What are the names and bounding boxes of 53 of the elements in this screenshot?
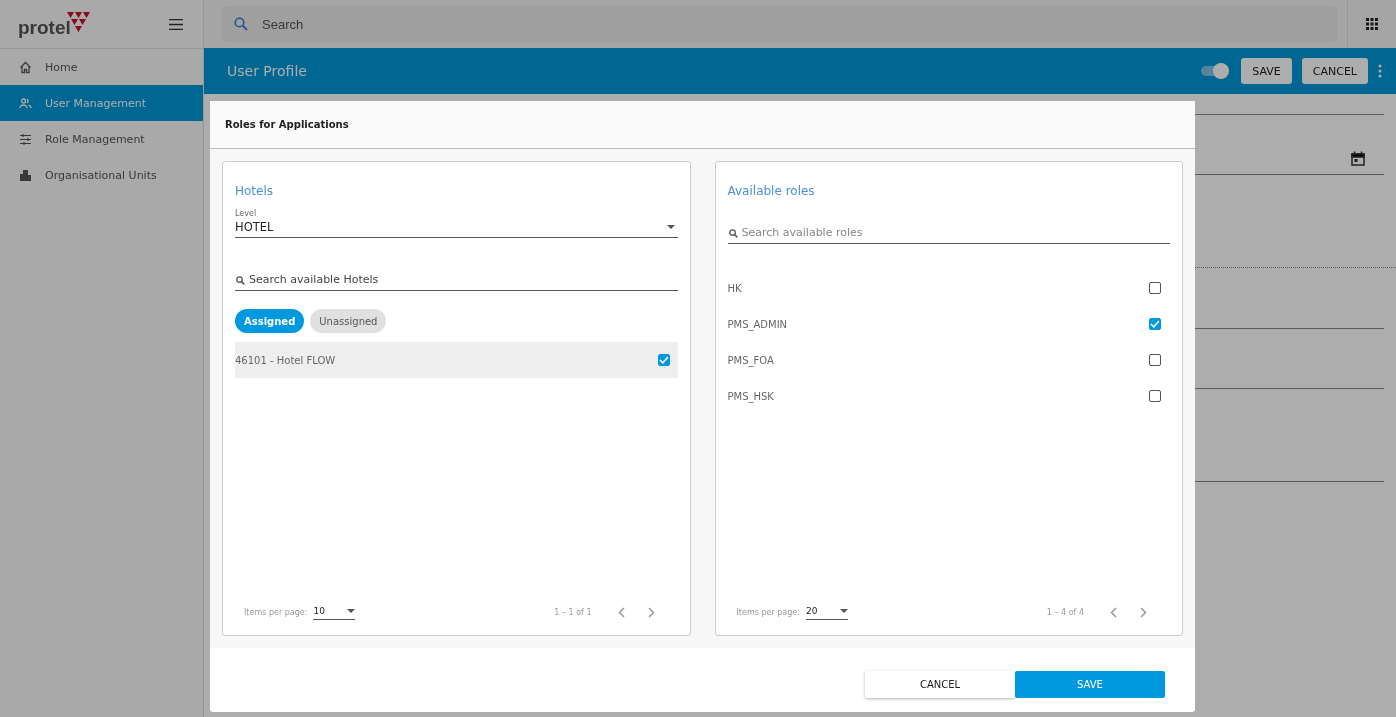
- nav-item[interactable]: Organisational Units: [0, 157, 203, 193]
- search-field[interactable]: Search available Hotels: [235, 271, 678, 291]
- role-row[interactable]: PMS_ADMIN: [727, 306, 1170, 342]
- more-icon[interactable]: [1378, 64, 1382, 78]
- checkbox[interactable]: [1149, 318, 1161, 330]
- card-title: Available roles: [727, 184, 815, 198]
- sliders-icon: [19, 132, 32, 146]
- search-icon: [728, 229, 738, 238]
- items-per-page-label: Items per page:: [244, 607, 308, 617]
- search-icon: [236, 276, 245, 285]
- items-per-page-label: Items per page:: [736, 607, 800, 617]
- checkbox[interactable]: [1149, 390, 1161, 402]
- role-row[interactable]: HK: [727, 270, 1170, 306]
- search-field[interactable]: Search: [222, 6, 1337, 42]
- page-size-select[interactable]: 20: [805, 604, 848, 620]
- page-title: User Profile: [227, 63, 307, 79]
- checkbox[interactable]: [657, 354, 670, 366]
- next-page-icon[interactable]: [1140, 606, 1147, 618]
- cancel-button[interactable]: CANCEL: [865, 670, 1015, 698]
- dialog-title: Roles for Applications: [225, 119, 349, 130]
- people-icon: [19, 96, 32, 110]
- page-size-select[interactable]: 10: [313, 604, 356, 620]
- next-page-icon[interactable]: [647, 606, 655, 618]
- filter-chip[interactable]: Assigned: [235, 309, 305, 333]
- checkbox[interactable]: [1149, 354, 1161, 366]
- toggle-switch[interactable]: [1201, 66, 1228, 76]
- checkbox[interactable]: [1149, 282, 1161, 294]
- role-row[interactable]: PMS_FOA: [727, 342, 1170, 378]
- page-range: 1 – 4 of 4: [1046, 607, 1084, 617]
- filter-chip[interactable]: Unassigned: [310, 309, 387, 333]
- nav-item[interactable]: Home: [0, 49, 203, 85]
- caret-icon: [347, 609, 356, 613]
- home-icon: [19, 60, 32, 74]
- search-icon: [234, 17, 248, 31]
- caret-icon: [839, 609, 848, 613]
- nav-item[interactable]: Role Management: [0, 121, 203, 157]
- save-button[interactable]: SAVE: [1015, 670, 1165, 698]
- role-row[interactable]: PMS_HSK: [727, 378, 1170, 414]
- level-select[interactable]: Level HOTEL: [235, 209, 678, 238]
- calendar-icon[interactable]: [1351, 151, 1365, 166]
- caret-icon: [666, 225, 675, 229]
- card-title: Hotels: [235, 184, 274, 198]
- logo-text: protel: [18, 17, 71, 39]
- building-icon: [19, 168, 32, 182]
- search-field[interactable]: Search available roles: [727, 224, 1170, 244]
- header-button[interactable]: CANCEL: [1301, 58, 1368, 84]
- page-range: 1 – 1 of 1: [554, 607, 592, 617]
- previous-page-icon[interactable]: [1110, 606, 1117, 618]
- hotel-row[interactable]: 46101 - Hotel FLOW: [235, 342, 678, 378]
- apps-icon[interactable]: [1366, 18, 1378, 30]
- menu-icon[interactable]: [169, 18, 183, 30]
- previous-page-icon[interactable]: [617, 606, 625, 618]
- header-button[interactable]: SAVE: [1241, 58, 1292, 84]
